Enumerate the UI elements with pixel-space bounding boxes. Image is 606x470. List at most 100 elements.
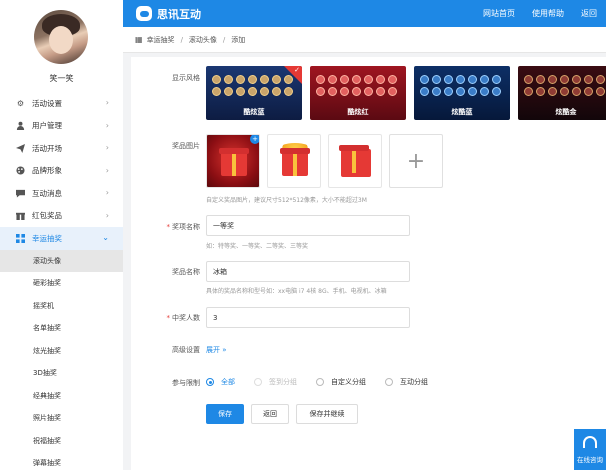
sidebar-subitem[interactable]: 名单抽奖 <box>0 317 123 340</box>
sidebar-subitem[interactable]: 照片抽奖 <box>0 407 123 430</box>
add-image-button[interactable]: + <box>389 134 443 188</box>
theme-name: 酷炫红 <box>347 108 369 116</box>
sidebar-menu: ⚙ 活动设置 › 用户管理 › 活动开场 › 品牌形象 › 互动消息 › 红包奖… <box>0 92 123 470</box>
back-button[interactable]: 返回 <box>251 404 289 424</box>
gear-icon: ⚙ <box>16 98 25 108</box>
theme-name: 炫酷蓝 <box>451 108 473 116</box>
sidebar-item-interactive-messages[interactable]: 互动消息 › <box>0 182 123 205</box>
sidebar-item-label: 幸运抽奖 <box>32 233 62 243</box>
breadcrumb-item[interactable]: 滚动头像 <box>189 35 217 45</box>
nav-back-link[interactable]: 返回 <box>581 8 597 19</box>
winners-field[interactable] <box>213 313 403 322</box>
theme-option-dazzle-blue[interactable]: 炫酷蓝 <box>414 66 510 120</box>
sidebar-subitem-rolling-avatar[interactable]: 滚动头像 <box>0 249 123 272</box>
theme-option-cool-blue[interactable]: 酷炫蓝 ✓ <box>206 66 302 120</box>
theme-list: 酷炫蓝 ✓ 酷炫红 炫酷蓝 炫酷金 <box>206 66 606 120</box>
sidebar: 笑一笑 ⚙ 活动设置 › 用户管理 › 活动开场 › 品牌形象 › 互动消息 ›… <box>0 0 123 470</box>
item-name-hint: 如：特等奖、一等奖、二等奖、三等奖 <box>206 243 309 250</box>
sidebar-item-label: 活动设置 <box>32 98 62 108</box>
sidebar-subitem[interactable]: 3D抽奖 <box>0 362 123 385</box>
prize-image-hint: 自定义奖品图片，建议尺寸512*512像素，大小不能超过3M <box>206 197 367 204</box>
save-continue-button[interactable]: 保存并继续 <box>296 404 358 424</box>
breadcrumb-item[interactable]: 幸运抽奖 <box>147 35 175 45</box>
send-icon <box>16 143 25 153</box>
breadcrumb: ▦ 幸运抽奖 / 滚动头像 / 添加 <box>123 27 606 53</box>
limit-option-all[interactable]: 全部 <box>206 377 235 387</box>
plus-badge-icon: + <box>250 135 259 144</box>
radio-icon <box>254 378 262 386</box>
check-icon: ✓ <box>294 66 300 74</box>
radio-icon <box>206 378 214 386</box>
sidebar-item-label: 活动开场 <box>32 143 62 153</box>
limit-radio-group: 全部 签到分组 自定义分组 互动分组 <box>206 377 447 387</box>
prize-name-label: 奖品名称 <box>172 268 200 276</box>
breadcrumb-current: 添加 <box>231 35 246 44</box>
theme-name: 酷炫蓝 <box>243 108 265 116</box>
sidebar-subitem[interactable]: 经典抽奖 <box>0 385 123 408</box>
sidebar-item-activity-settings[interactable]: ⚙ 活动设置 › <box>0 92 123 115</box>
item-name-field[interactable] <box>213 221 403 230</box>
palette-icon <box>16 166 25 175</box>
item-name-label: * 奖项名称 <box>166 223 201 231</box>
brand-name: 思讯互动 <box>157 8 201 21</box>
message-icon <box>16 189 25 198</box>
sidebar-subitem[interactable]: 弹幕抽奖 <box>0 452 123 470</box>
limit-option-interactive-group[interactable]: 互动分组 <box>385 377 428 387</box>
online-support-button[interactable]: 在线咨询 <box>574 429 606 470</box>
user-name: 笑一笑 <box>49 74 74 83</box>
sidebar-subitem[interactable]: 砸彩抽奖 <box>0 272 123 295</box>
winners-label: * 中奖人数 <box>166 314 201 322</box>
nav-home-link[interactable]: 网站首页 <box>483 8 515 19</box>
chevron-down-icon: ⌄ <box>102 233 109 242</box>
chevron-right-icon: › <box>105 143 109 152</box>
sidebar-subitem[interactable]: 摇奖机 <box>0 295 123 318</box>
lottery-icon: ▦ <box>135 35 143 44</box>
sidebar-item-lucky-draw[interactable]: 幸运抽奖 ⌄ <box>0 227 123 250</box>
theme-option-dazzle-gold[interactable]: 炫酷金 <box>518 66 606 120</box>
prize-image-option[interactable] <box>328 134 382 188</box>
prize-image-selected[interactable]: + <box>206 134 260 188</box>
nav-help-link[interactable]: 使用帮助 <box>532 8 564 19</box>
chevron-right-icon: › <box>105 165 109 175</box>
lottery-icon <box>16 233 25 243</box>
main-form: 显示风格 酷炫蓝 ✓ 酷炫红 炫酷蓝 炫酷金 奖品图片 + + 自定义奖品图片，… <box>131 57 606 470</box>
top-bar: 思讯互动 网站首页 使用帮助 返回 <box>123 0 606 27</box>
sidebar-item-label: 用户管理 <box>32 121 62 131</box>
gift-icon <box>339 145 371 177</box>
theme-option-cool-red[interactable]: 酷炫红 <box>310 66 406 120</box>
prize-name-field[interactable] <box>213 267 403 276</box>
save-button[interactable]: 保存 <box>206 404 244 424</box>
sidebar-item-label: 品牌形象 <box>32 166 62 176</box>
gift-icon <box>219 148 249 176</box>
item-name-input[interactable] <box>206 215 410 236</box>
sidebar-item-label: 红包奖品 <box>32 211 62 221</box>
limit-option-checkin-group[interactable]: 签到分组 <box>254 377 297 387</box>
online-support-label: 在线咨询 <box>577 455 603 464</box>
prize-image-label: 奖品图片 <box>172 142 200 150</box>
chevron-right-icon: › <box>105 120 109 130</box>
logo-icon <box>136 6 152 21</box>
sidebar-item-red-packet-prizes[interactable]: 红包奖品 › <box>0 205 123 228</box>
sidebar-subitem[interactable]: 炫光抽奖 <box>0 340 123 363</box>
sidebar-item-user-management[interactable]: 用户管理 › <box>0 115 123 138</box>
gift-icon <box>16 211 25 221</box>
avatar[interactable] <box>34 10 88 64</box>
sidebar-item-activity-opening[interactable]: 活动开场 › <box>0 137 123 160</box>
advanced-label: 高级设置 <box>172 346 200 354</box>
prize-name-input[interactable] <box>206 261 410 282</box>
limit-label: 参与限制 <box>172 379 200 387</box>
prize-name-hint: 具体的奖品名称和型号如：xx电脑 i7 4核 8G、手机、电视机、冰箱 <box>206 288 387 295</box>
prize-image-option[interactable] <box>267 134 321 188</box>
chevron-right-icon: › <box>105 98 109 107</box>
gift-icon <box>280 148 310 176</box>
theme-name: 炫酷金 <box>555 108 577 116</box>
advanced-toggle[interactable]: 展开 » <box>206 345 227 355</box>
sidebar-item-brand-image[interactable]: 品牌形象 › <box>0 160 123 183</box>
top-nav: 网站首页 使用帮助 返回 <box>483 8 597 19</box>
chevron-right-icon: › <box>105 210 109 220</box>
winners-input[interactable] <box>206 307 410 328</box>
headset-icon <box>583 435 597 448</box>
breadcrumb-separator: / <box>222 35 226 44</box>
limit-option-custom-group[interactable]: 自定义分组 <box>316 377 366 387</box>
sidebar-subitem[interactable]: 祝福抽奖 <box>0 430 123 453</box>
